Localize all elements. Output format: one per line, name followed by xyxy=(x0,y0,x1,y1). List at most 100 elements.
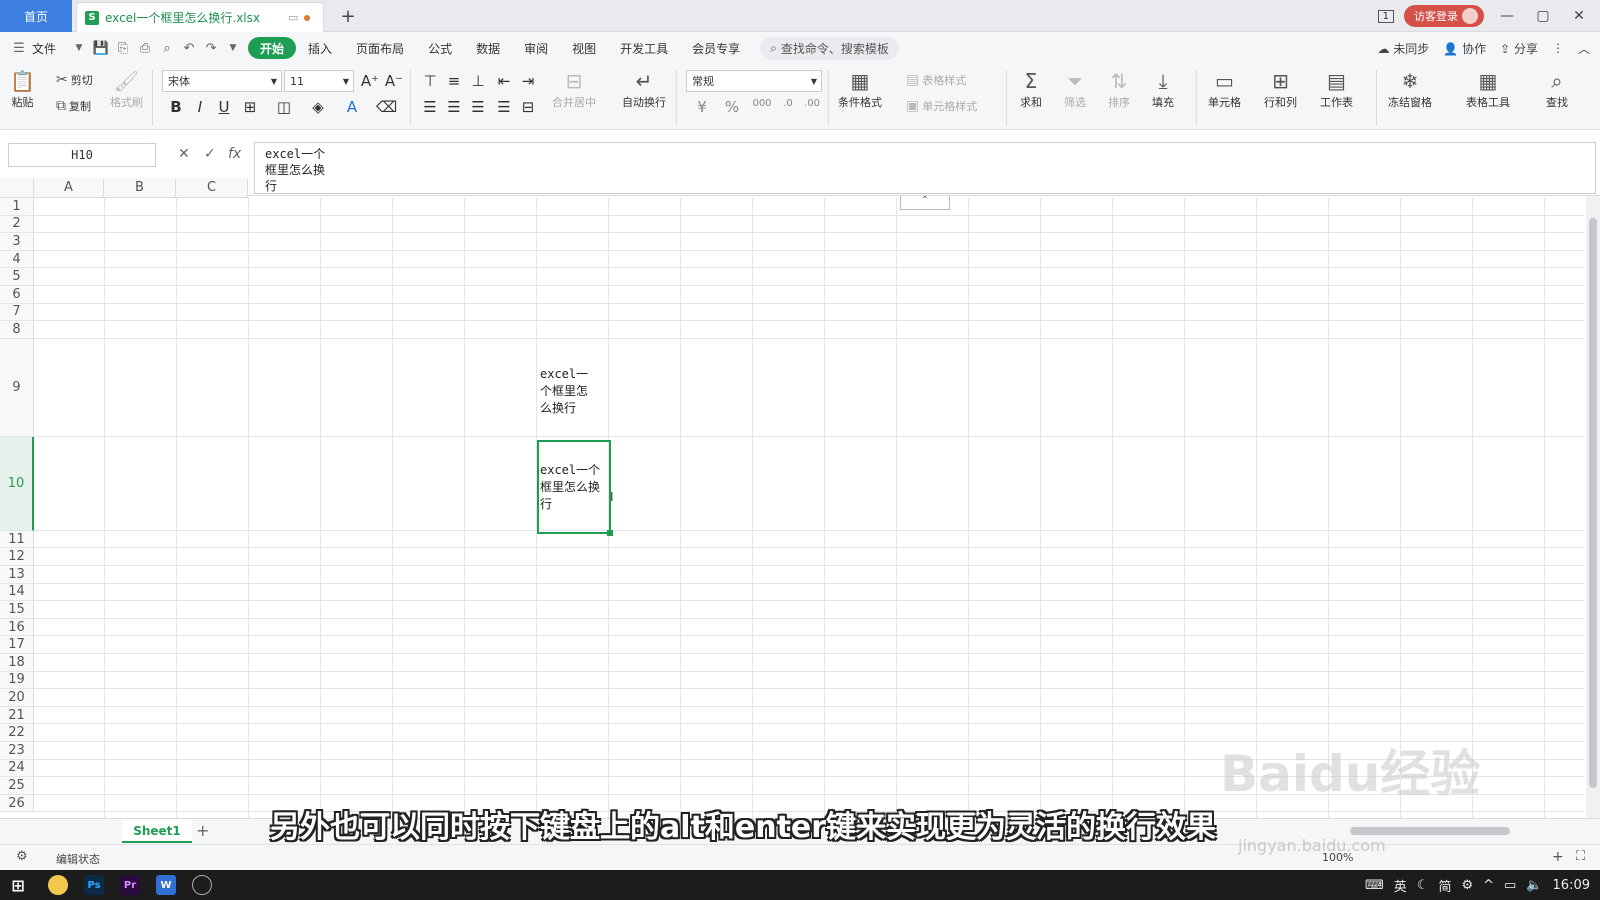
italic-icon[interactable]: I xyxy=(190,98,210,116)
premiere-icon[interactable]: Pr xyxy=(120,875,140,895)
cell-h9[interactable]: excel一 个框里怎 么换行 xyxy=(540,366,588,417)
row-header-22[interactable]: 22 xyxy=(0,724,34,742)
command-search[interactable]: ⌕ 查找命令、搜索模板 xyxy=(760,36,899,60)
row-header-11[interactable]: 11 xyxy=(0,530,34,549)
row-header-24[interactable]: 24 xyxy=(0,759,34,778)
font-size-select[interactable]: 11 ▼ xyxy=(284,70,354,92)
chevron-down-icon[interactable]: ▼ xyxy=(68,43,90,53)
ime-simplified[interactable]: 简 xyxy=(1438,876,1451,895)
fill-color-icon[interactable]: ◈ xyxy=(308,98,328,116)
number-format-select[interactable]: 常规 ▼ xyxy=(686,70,822,92)
page-indicator-icon[interactable]: 1 xyxy=(1377,9,1394,23)
cut-button[interactable]: ✂ 剪切 xyxy=(56,72,93,88)
windows-start-icon[interactable]: ⊞ xyxy=(8,875,28,895)
row-header-19[interactable]: 19 xyxy=(0,671,34,690)
row-header-12[interactable]: 12 xyxy=(0,548,34,566)
tab-page-layout[interactable]: 页面布局 xyxy=(344,37,416,59)
export-icon[interactable]: ⎘ xyxy=(112,41,134,56)
fullscreen-icon[interactable]: ⛶ xyxy=(1576,849,1585,864)
restore-button[interactable]: ▢ xyxy=(1530,8,1556,24)
indent-increase-icon[interactable]: ⇥ xyxy=(518,72,538,90)
scroll-thumb[interactable] xyxy=(1589,218,1597,788)
worksheet-button[interactable]: ▤ 工作表 xyxy=(1320,68,1353,110)
align-right-icon[interactable]: ☰ xyxy=(468,98,488,116)
decrease-font-icon[interactable]: A⁻ xyxy=(384,72,404,90)
bold-icon[interactable]: B xyxy=(166,98,186,116)
sort-button[interactable]: ⇅ 排序 xyxy=(1108,68,1130,110)
fill-button[interactable]: ⤓ 填充 xyxy=(1152,68,1174,110)
print-preview-icon[interactable]: ⌕ xyxy=(156,41,178,56)
row-header-7[interactable]: 7 xyxy=(0,303,34,322)
tab-insert[interactable]: 插入 xyxy=(296,37,344,59)
row-header-15[interactable]: 15 xyxy=(0,601,34,619)
redo-icon[interactable]: ↷ xyxy=(200,41,222,56)
collapse-ribbon-icon[interactable]: ︿ xyxy=(1578,40,1590,57)
select-all-corner[interactable] xyxy=(0,178,34,198)
row-header-3[interactable]: 3 xyxy=(0,233,34,251)
cell-h10[interactable]: excel一个 框里怎么换 行 xyxy=(540,462,600,513)
cell-button[interactable]: ▭ 单元格 xyxy=(1208,68,1241,110)
row-header-23[interactable]: 23 xyxy=(0,742,34,760)
volume-icon[interactable]: 🔈 xyxy=(1526,878,1542,893)
increase-decimal-icon[interactable]: .0 xyxy=(778,98,798,109)
row-header-17[interactable]: 17 xyxy=(0,636,34,654)
row-header-14[interactable]: 14 xyxy=(0,583,34,602)
confirm-icon[interactable]: ✓ xyxy=(204,146,216,162)
horizontal-scrollbar[interactable] xyxy=(1350,827,1510,835)
row-header-6[interactable]: 6 xyxy=(0,286,34,304)
cell-style-button[interactable]: ▣ 单元格样式 xyxy=(906,98,977,114)
font-name-select[interactable]: 宋体 ▼ xyxy=(162,70,282,92)
conditional-format-button[interactable]: ▦ 条件格式 xyxy=(838,68,882,110)
row-header-8[interactable]: 8 xyxy=(0,321,34,339)
document-tab[interactable]: S excel一个框里怎么换行.xlsx ▭ xyxy=(76,2,324,32)
currency-icon[interactable]: ¥ xyxy=(692,98,712,116)
add-sheet-button[interactable]: + xyxy=(196,821,209,840)
row-header-2[interactable]: 2 xyxy=(0,215,34,234)
border-icon[interactable]: ⊞ xyxy=(240,98,260,116)
macro-icon[interactable]: ⚙ xyxy=(16,849,28,864)
freeze-panes-button[interactable]: ❄ 冻结窗格 xyxy=(1388,68,1432,110)
decrease-decimal-icon[interactable]: .00 xyxy=(802,98,822,109)
visitor-login-button[interactable]: 访客登录 xyxy=(1404,5,1484,27)
tab-home[interactable]: 开始 xyxy=(248,37,297,59)
clock[interactable]: 16:09 xyxy=(1553,878,1590,893)
row-header-5[interactable]: 5 xyxy=(0,268,34,286)
app-icon[interactable] xyxy=(192,875,212,895)
customize-icon[interactable]: ▼ xyxy=(222,43,244,53)
spreadsheet-grid[interactable]: A B C 1 2 3 4 5 6 7 8 9 10 11 12 13 14 15 16 17 18 19 20 21 2… xyxy=(0,178,1584,818)
find-button[interactable]: ⌕ 查找 xyxy=(1546,68,1568,110)
cell-fill-icon[interactable]: ◫ xyxy=(274,98,294,116)
row-header-4[interactable]: 4 xyxy=(0,250,34,269)
photoshop-icon[interactable]: Ps xyxy=(84,875,104,895)
menu-icon[interactable]: ☰ xyxy=(8,41,30,56)
row-header-10[interactable]: 10 xyxy=(0,436,34,531)
distribute-icon[interactable]: ⊟ xyxy=(518,98,538,116)
row-header-20[interactable]: 20 xyxy=(0,689,34,707)
auto-wrap-button[interactable]: ↵ 自动换行 xyxy=(622,68,666,110)
align-middle-icon[interactable]: ≡ xyxy=(444,72,464,90)
fill-handle[interactable] xyxy=(607,530,613,536)
keyboard-icon[interactable]: ⌨ xyxy=(1365,878,1384,893)
column-header-c[interactable]: C xyxy=(176,178,248,198)
sheet-tab-sheet1[interactable]: Sheet1 xyxy=(122,819,192,843)
tab-data[interactable]: 数据 xyxy=(464,37,512,59)
tab-view[interactable]: 视图 xyxy=(560,37,608,59)
row-header-16[interactable]: 16 xyxy=(0,618,34,637)
underline-icon[interactable]: U xyxy=(214,98,234,116)
tab-developer[interactable]: 开发工具 xyxy=(608,37,680,59)
tab-formulas[interactable]: 公式 xyxy=(416,37,464,59)
network-icon[interactable]: ▭ xyxy=(1504,878,1516,893)
column-header-a[interactable]: A xyxy=(34,178,104,198)
minimize-button[interactable]: — xyxy=(1494,8,1520,24)
align-top-icon[interactable]: ⊤ xyxy=(420,72,440,90)
increase-font-icon[interactable]: A⁺ xyxy=(360,72,380,90)
save-icon[interactable]: 💾 xyxy=(90,41,112,56)
cancel-icon[interactable]: ✕ xyxy=(178,146,190,162)
table-tools-button[interactable]: ▦ 表格工具 xyxy=(1466,68,1510,110)
align-bottom-icon[interactable]: ⊥ xyxy=(468,72,488,90)
share-button[interactable]: ⇪ 分享 xyxy=(1500,40,1538,57)
format-painter-button[interactable]: 🖌 格式刷 xyxy=(110,68,143,110)
row-header-25[interactable]: 25 xyxy=(0,777,34,795)
align-center-icon[interactable]: ☰ xyxy=(444,98,464,116)
vertical-scrollbar[interactable] xyxy=(1586,196,1600,818)
